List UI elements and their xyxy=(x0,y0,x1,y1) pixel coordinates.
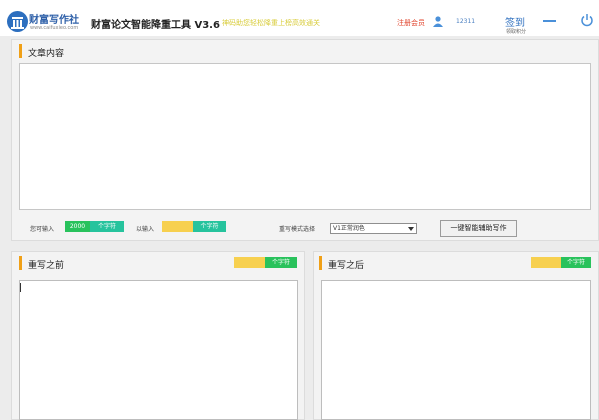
mode-select[interactable]: V1正常润色 xyxy=(330,223,417,234)
mode-label: 重写模式选择 xyxy=(279,226,316,233)
logo-icon xyxy=(7,11,28,32)
logo-text: 财富写作社 xyxy=(29,15,79,26)
user-icon[interactable] xyxy=(432,15,444,27)
after-count xyxy=(531,257,561,268)
article-textarea[interactable] xyxy=(19,63,591,210)
entered-count xyxy=(162,221,193,232)
after-unit: 个字符 xyxy=(561,257,591,268)
before-accent-bar xyxy=(19,256,22,270)
chevron-down-icon xyxy=(408,227,414,231)
after-textarea[interactable] xyxy=(321,280,591,420)
can-input-count: 2000 xyxy=(65,221,90,232)
before-unit: 个字符 xyxy=(265,257,297,268)
register-member-link[interactable]: 注册会员 xyxy=(397,18,425,28)
minimize-icon[interactable] xyxy=(543,20,556,22)
slogan-link[interactable]: 神码助您轻松降重上榜高效通关 xyxy=(222,18,320,28)
before-textarea[interactable] xyxy=(19,280,298,420)
text-caret xyxy=(20,283,21,292)
logo-url: www.caifuxieo.com xyxy=(30,25,79,31)
article-title: 文章内容 xyxy=(28,49,65,59)
user-id: 12311 xyxy=(456,18,476,25)
entered-label: 以输入 xyxy=(136,226,155,233)
mode-select-value: V1正常润色 xyxy=(333,225,365,232)
after-accent-bar xyxy=(319,256,322,270)
signin-subtitle: 领取积分 xyxy=(506,29,527,35)
signin-button[interactable]: 签到 xyxy=(505,14,525,29)
can-input-unit: 个字符 xyxy=(90,221,124,232)
app-title: 财富论文智能降重工具 V3.6 xyxy=(91,20,220,31)
can-input-label: 您可输入 xyxy=(30,226,55,233)
after-title: 重写之后 xyxy=(328,261,365,271)
rewrite-button[interactable]: 一键智能辅助写作 xyxy=(440,220,517,237)
power-icon[interactable] xyxy=(580,13,594,27)
article-accent-bar xyxy=(19,44,22,58)
before-title: 重写之前 xyxy=(28,261,65,271)
entered-unit: 个字符 xyxy=(193,221,226,232)
before-count xyxy=(234,257,265,268)
